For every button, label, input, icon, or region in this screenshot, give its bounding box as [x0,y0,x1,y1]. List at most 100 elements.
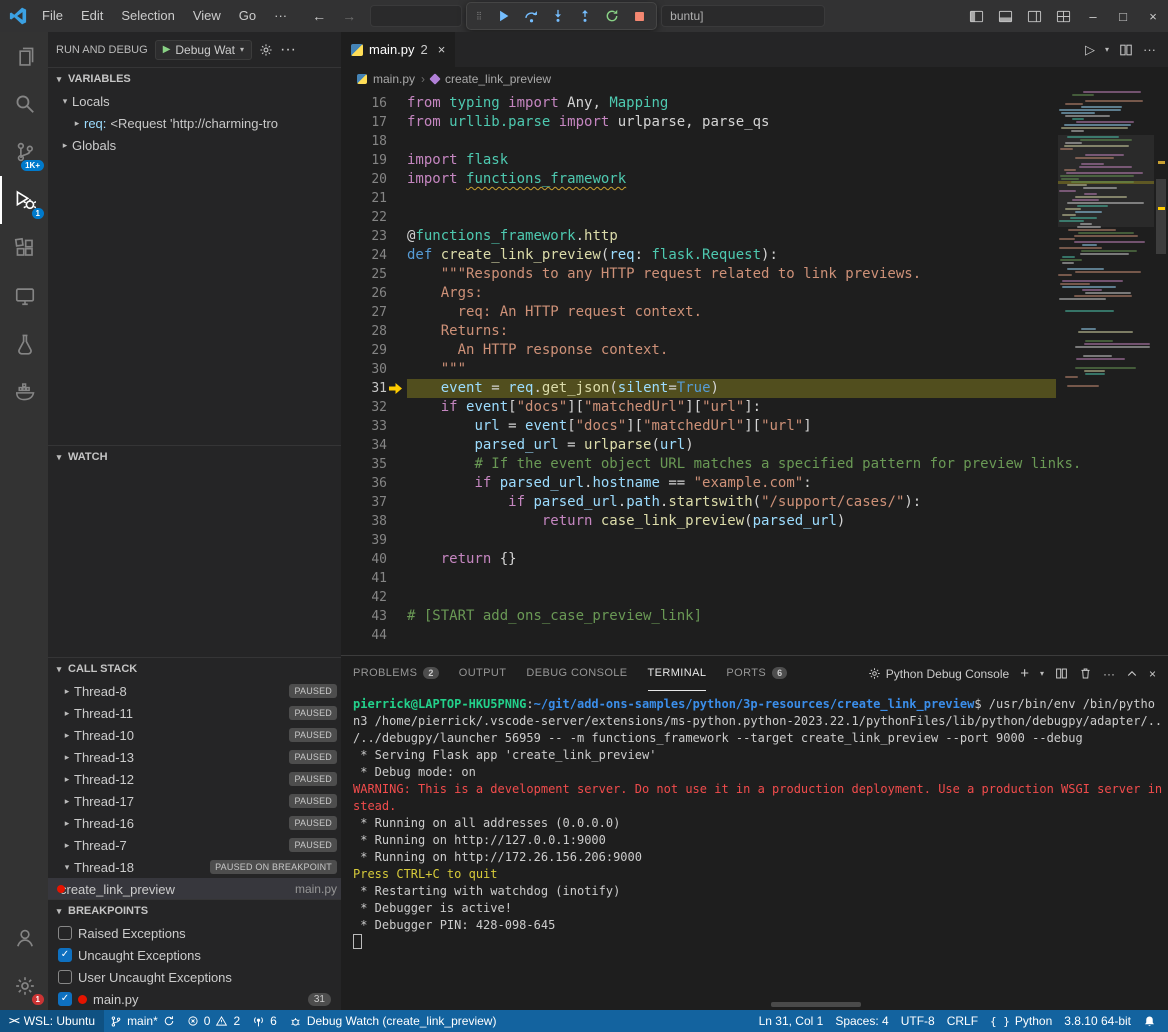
split-editor-icon[interactable] [1119,43,1133,57]
minimap[interactable] [1058,91,1154,655]
maximize-button[interactable]: □ [1108,0,1138,32]
gutter-glyph[interactable] [387,94,407,113]
toggle-sidebar-icon[interactable] [962,0,991,32]
code-line-18[interactable]: 18 [341,132,1056,151]
activity-accounts-icon[interactable] [0,914,48,962]
debug-session-indicator[interactable]: Debug Watch (create_link_preview) [283,1010,503,1032]
gutter-glyph[interactable] [387,360,407,379]
panel-tab-output[interactable]: OUTPUT [459,656,507,691]
code-line-36[interactable]: 36 if parsed_url.hostname == "example.co… [341,474,1056,493]
terminal-instance-label[interactable]: Python Debug Console [868,667,1009,681]
debug-restart-button[interactable] [604,8,620,24]
panel-tab-problems[interactable]: PROBLEMS2 [353,656,439,691]
line-number[interactable]: 35 [341,455,387,474]
code-line-40[interactable]: 40 return {} [341,550,1056,569]
gutter-glyph[interactable] [387,550,407,569]
line-number[interactable]: 38 [341,512,387,531]
activity-explorer-icon[interactable] [0,32,48,80]
line-number[interactable]: 30 [341,360,387,379]
line-number[interactable]: 29 [341,341,387,360]
code-line-23[interactable]: 23@functions_framework.http [341,227,1056,246]
language-mode[interactable]: { } Python [984,1014,1058,1028]
activity-extensions-icon[interactable] [0,224,48,272]
variables-section-header[interactable]: ▾ VARIABLES [48,68,341,90]
close-button[interactable]: × [1138,0,1168,32]
scrollbar-thumb[interactable] [1156,179,1166,254]
code-line-43[interactable]: 43# [START add_ons_case_preview_link] [341,607,1056,626]
line-number[interactable]: 42 [341,588,387,607]
eol-sequence[interactable]: CRLF [941,1014,984,1028]
call-stack-thread[interactable]: ▸Thread-8PAUSED [48,680,341,702]
line-number[interactable]: 21 [341,189,387,208]
line-number[interactable]: 19 [341,151,387,170]
kill-terminal-icon[interactable] [1079,667,1092,680]
line-number[interactable]: 20 [341,170,387,189]
debug-config-dropdown[interactable]: ▶ Debug Wat ▾ [155,40,252,60]
editor-more-actions-icon[interactable]: ··· [1143,42,1156,57]
menu-file[interactable]: File [33,0,72,32]
gutter-glyph[interactable] [387,284,407,303]
toggle-panel-icon[interactable] [991,0,1020,32]
gutter-glyph[interactable] [387,455,407,474]
menu-selection[interactable]: Selection [112,0,183,32]
menu-go[interactable]: Go [230,0,265,32]
gutter-glyph[interactable] [387,607,407,626]
debug-continue-button[interactable] [496,8,512,24]
call-stack-thread[interactable]: ▸Thread-7PAUSED [48,834,341,856]
gutter-glyph[interactable] [387,341,407,360]
code-line-22[interactable]: 22 [341,208,1056,227]
call-stack-thread[interactable]: ▸Thread-13PAUSED [48,746,341,768]
line-number[interactable]: 41 [341,569,387,588]
tab-close-icon[interactable]: × [438,42,446,57]
run-dropdown-chevron-icon[interactable]: ▾ [1105,45,1109,54]
gutter-glyph[interactable] [387,569,407,588]
breadcrumb-file[interactable]: main.py [373,72,415,86]
panel-tab-terminal[interactable]: TERMINAL [648,656,707,691]
line-number[interactable]: 24 [341,246,387,265]
maximize-panel-icon[interactable] [1126,668,1138,680]
menu-view[interactable]: View [184,0,230,32]
code-line-33[interactable]: 33 url = event["docs"]["matchedUrl"]["ur… [341,417,1056,436]
gutter-glyph[interactable] [387,417,407,436]
code-line-38[interactable]: 38 return case_link_preview(parsed_url) [341,512,1056,531]
panel-more-actions-icon[interactable]: ··· [1103,667,1115,681]
activity-search-icon[interactable] [0,80,48,128]
gutter-glyph[interactable] [387,398,407,417]
debug-settings-gear-icon[interactable] [259,43,273,57]
code-editor[interactable]: 16from typing import Any, Mapping17from … [341,91,1168,655]
code-line-34[interactable]: 34 parsed_url = urlparse(url) [341,436,1056,455]
gutter-glyph[interactable] [387,265,407,284]
new-terminal-icon[interactable]: + [1020,665,1029,682]
line-number[interactable]: 22 [341,208,387,227]
line-number[interactable]: 39 [341,531,387,550]
breakpoint-row[interactable]: ✓main.py31 [48,988,341,1010]
line-number[interactable]: 32 [341,398,387,417]
panel-tab-debug-console[interactable]: DEBUG CONSOLE [526,656,627,691]
command-center[interactable]: buntu] [661,5,825,27]
code-line-24[interactable]: 24def create_link_preview(req: flask.Req… [341,246,1056,265]
python-interpreter[interactable]: 3.8.10 64-bit [1058,1014,1137,1028]
gutter-glyph[interactable] [387,474,407,493]
code-line-32[interactable]: 32 if event["docs"]["matchedUrl"]["url"]… [341,398,1056,417]
gutter-glyph[interactable] [387,303,407,322]
gutter-glyph[interactable] [387,512,407,531]
line-number[interactable]: 27 [341,303,387,322]
gutter-glyph[interactable] [387,151,407,170]
panel-tab-ports[interactable]: PORTS6 [726,656,787,691]
breakpoint-checkbox[interactable] [58,926,72,940]
gutter-glyph[interactable] [387,379,407,398]
terminal-scrollbar[interactable] [771,1002,861,1007]
debug-step-into-button[interactable] [550,8,566,24]
gutter-glyph[interactable] [387,113,407,132]
line-number[interactable]: 28 [341,322,387,341]
menu-[interactable]: ··· [265,0,296,32]
activity-settings-icon[interactable]: 1 [0,962,48,1010]
command-center-search[interactable] [370,5,462,27]
toolbar-drag-handle-icon[interactable]: ⣿ [476,12,485,20]
problems-indicator[interactable]: 0 2 [181,1010,246,1032]
breakpoint-row[interactable]: Raised Exceptions [48,922,341,944]
nav-back-icon[interactable]: ← [312,8,326,24]
activity-testing-icon[interactable] [0,320,48,368]
code-line-39[interactable]: 39 [341,531,1056,550]
code-line-29[interactable]: 29 An HTTP response context. [341,341,1056,360]
